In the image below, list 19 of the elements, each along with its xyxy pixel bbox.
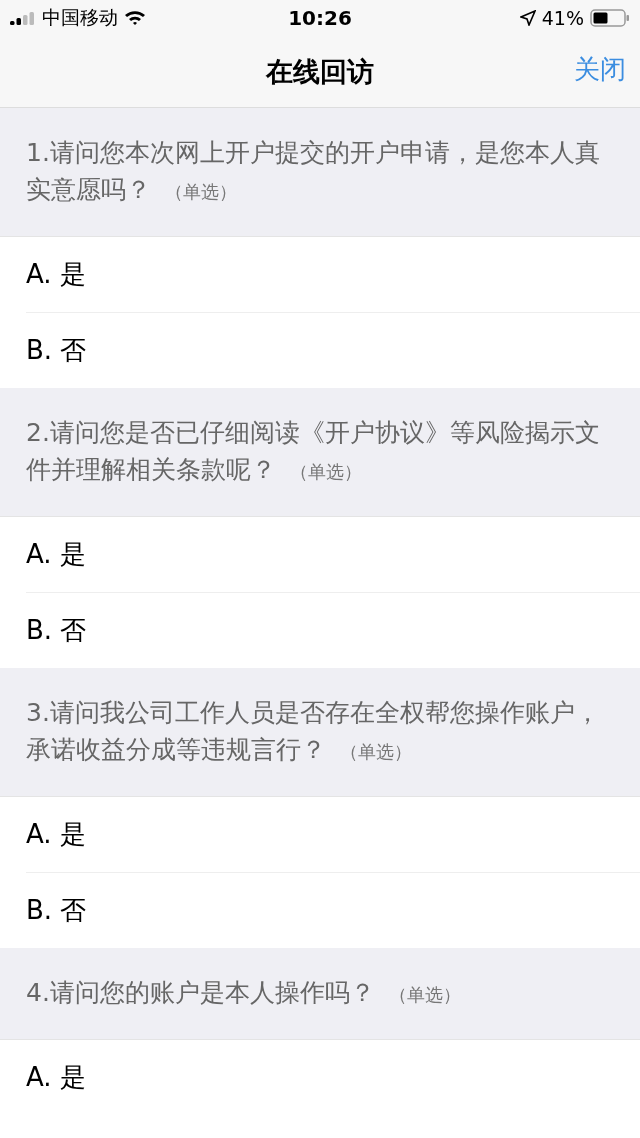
- carrier-name: 中国移动: [42, 5, 118, 30]
- answer-option[interactable]: A. 是: [26, 1040, 640, 1115]
- answer-option[interactable]: A. 是: [26, 517, 640, 593]
- wifi-icon: [124, 10, 146, 26]
- clock-time: 10:26: [288, 6, 352, 30]
- battery-icon: [590, 9, 630, 27]
- question-text: 3.请问我公司工作人员是否存在全权帮您操作账户，承诺收益分成等违规言行？ （单选）: [26, 697, 601, 766]
- question-text: 4.请问您的账户是本人操作吗？ （单选）: [26, 977, 462, 1009]
- answer-option[interactable]: A. 是: [26, 237, 640, 313]
- battery-percent: 41%: [541, 7, 584, 29]
- location-arrow-icon: [519, 10, 536, 26]
- answer-option[interactable]: B. 否: [26, 593, 640, 668]
- question-text: 2.请问您是否已仔细阅读《开户协议》等风险揭示文件并理解相关条款呢？ （单选）: [26, 417, 601, 486]
- answer-option[interactable]: A. 是: [26, 797, 640, 873]
- answer-option[interactable]: B. 否: [26, 873, 640, 948]
- question-text: 1.请问您本次网上开户提交的开户申请，是您本人真实意愿吗？ （单选）: [26, 137, 601, 206]
- page-title: 在线回访: [266, 54, 374, 89]
- answer-option[interactable]: B. 否: [26, 313, 640, 388]
- signal-icon: [10, 11, 36, 25]
